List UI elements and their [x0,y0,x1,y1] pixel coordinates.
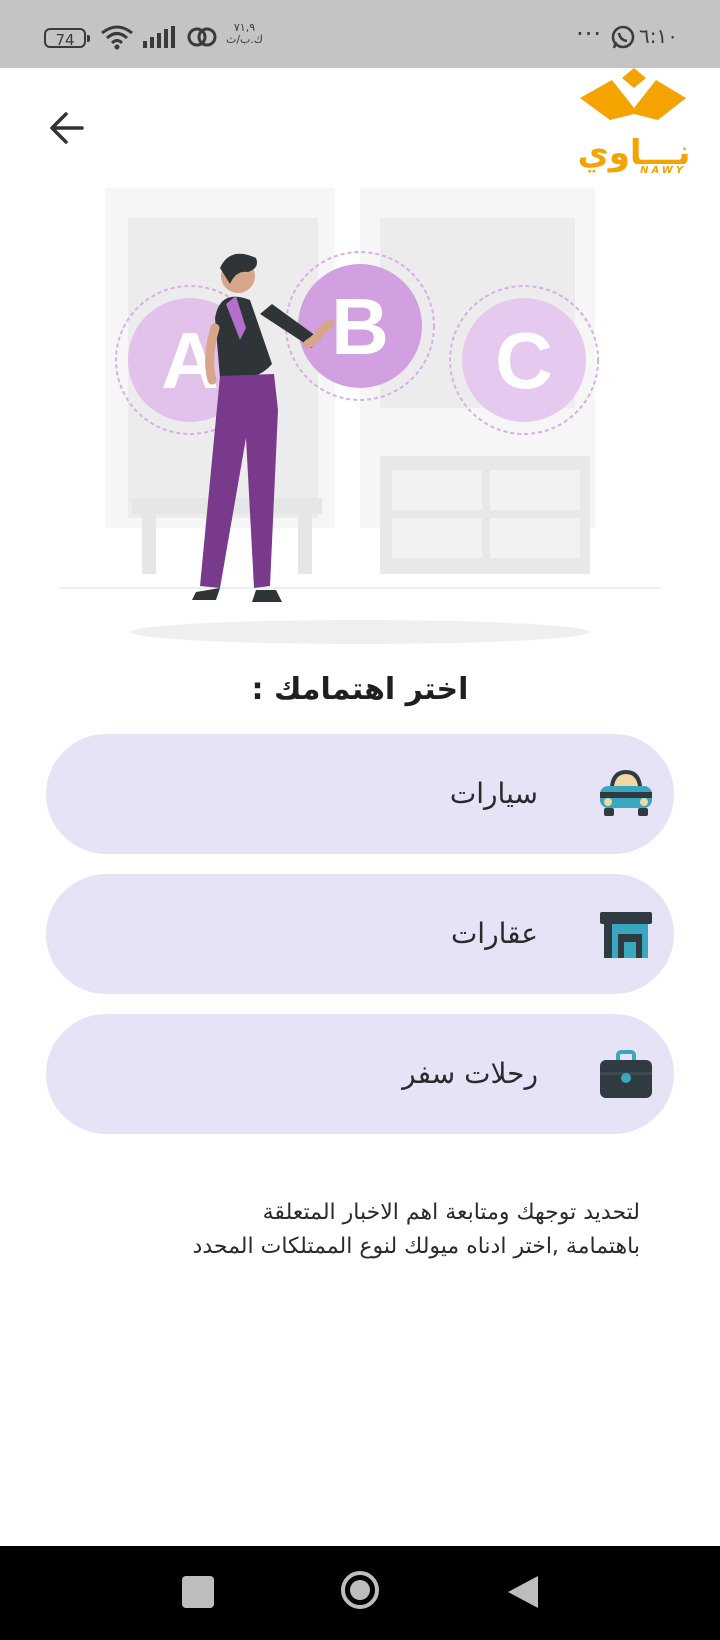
app-logo: نـــاوي NAWY [576,68,692,176]
whatsapp-icon [611,25,635,49]
letter-b: B [331,282,389,371]
suitcase-icon [600,1050,652,1098]
signal-icon [143,26,175,48]
home-button[interactable] [340,1570,380,1610]
hotspot-link-icon [187,27,217,47]
option-real-estate-label: عقارات [450,917,538,950]
interest-illustration: A B C [60,188,660,644]
more-notifications-icon: ··· [576,20,602,48]
logo-subtext: NAWY [640,165,686,176]
battery-indicator: 74 [44,28,90,49]
clock: ٦:١٠ [639,24,678,48]
option-travel[interactable]: رحلات سفر [46,1014,674,1134]
network-speed: ٧١,٩ ك.ب/ث [226,22,263,46]
option-cars[interactable]: سيارات [46,734,674,854]
option-cars-label: سيارات [449,777,538,810]
back-button[interactable] [44,104,92,152]
description-line-2: باهتمامة ,اختر ادناه ميولك لنوع الممتلكا… [192,1234,640,1259]
wifi-icon [101,25,133,50]
system-nav-bar [0,1546,720,1640]
recent-apps-button[interactable] [182,1576,214,1608]
choose-interest-title: اختر اهتمامك : [251,672,469,707]
status-bar: 74 ٧١,٩ ك.ب/ث ··· ٦:١٠ [0,0,720,68]
network-speed-unit: ك.ب/ث [226,33,263,46]
description-line-1: لتحديد توجهك ومتابعة اهم الاخبار المتعلق… [262,1200,640,1225]
description-text: لتحديد توجهك ومتابعة اهم الاخبار المتعلق… [80,1196,640,1264]
logo-mark-icon [580,68,686,120]
car-icon [600,770,652,816]
option-travel-label: رحلات سفر [402,1057,538,1090]
system-back-button[interactable] [506,1574,540,1610]
arrow-left-icon [50,112,84,144]
option-real-estate[interactable]: عقارات [46,874,674,994]
letter-c: C [495,316,553,405]
building-icon [600,912,652,958]
